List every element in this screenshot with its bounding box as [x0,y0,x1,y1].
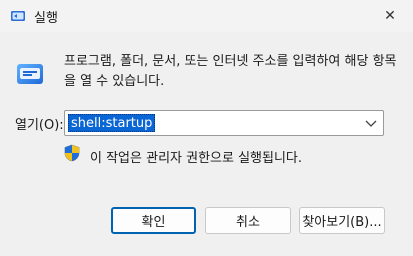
open-input-value[interactable]: shell:startup [68,114,156,132]
close-icon: ✕ [384,8,396,24]
ok-button[interactable]: 확인 [111,207,196,234]
run-icon [11,11,25,21]
window-title: 실행 [34,11,58,26]
run-description: 프로그램, 폴더, 문서, 또는 인터넷 주소를 입력하여 해당 항목을 열 수… [64,54,397,89]
shield-icon [64,144,80,162]
browse-button[interactable]: 찾아보기(B)... [299,207,385,234]
close-button[interactable]: ✕ [367,0,413,32]
chevron-down-icon[interactable] [363,115,379,131]
title-bar: 실행 ✕ [0,0,413,32]
open-label: 열기(O): [15,118,64,133]
open-combobox[interactable]: shell:startup [64,110,384,136]
cancel-button[interactable]: 취소 [205,207,291,234]
run-dialog-icon [17,64,43,84]
admin-note: 이 작업은 관리자 권한으로 실행됩니다. [90,151,303,166]
